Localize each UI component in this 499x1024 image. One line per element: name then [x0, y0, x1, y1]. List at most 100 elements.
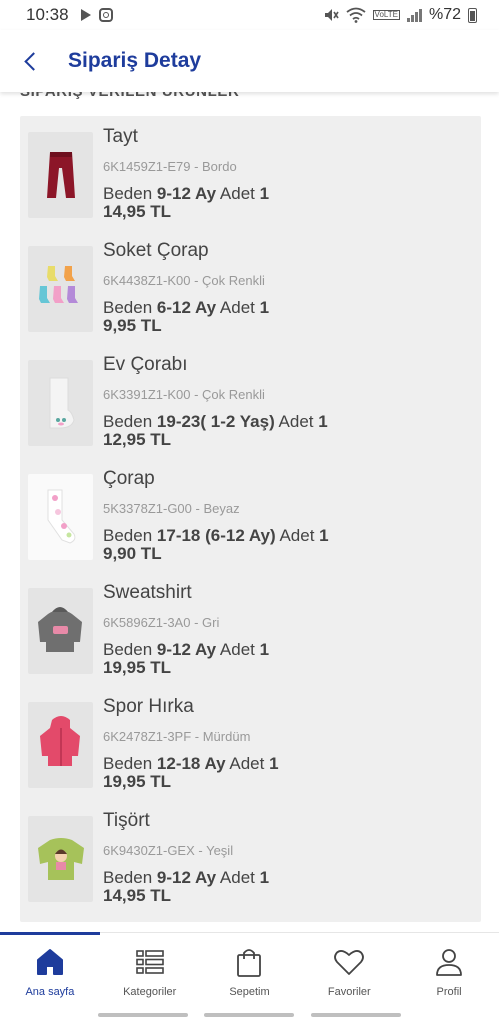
- nav-label: Profil: [436, 986, 462, 998]
- product-size-qty: Beden 19-23( 1-2 Yaş) Adet 1: [103, 412, 473, 432]
- product-name: Çorap: [103, 468, 155, 489]
- product-code: 6K2478Z1-3PF - Mürdüm: [103, 729, 251, 744]
- nav-label: Sepetim: [229, 986, 270, 998]
- nav-label: Favoriler: [327, 986, 371, 998]
- product-name: Ev Çorabı: [103, 354, 188, 375]
- product-code: 5K3378Z1-G00 - Beyaz: [103, 501, 240, 516]
- size-label: Beden: [103, 526, 153, 545]
- nav-item-home[interactable]: Ana sayfa: [0, 932, 100, 1006]
- ordered-products-card: Tayt 6K1459Z1-E79 - Bordo Beden 9-12 Ay …: [20, 116, 481, 922]
- product-name: Tişört: [103, 810, 150, 831]
- qty-value: 1: [259, 868, 270, 887]
- size-value: 6-12 Ay: [156, 298, 217, 317]
- product-item[interactable]: Ev Çorabı 6K3391Z1-K00 - Çok Renkli Bede…: [28, 352, 473, 466]
- gesture-bar: [0, 1006, 499, 1024]
- product-item[interactable]: Spor Hırka 6K2478Z1-3PF - Mürdüm Beden 1…: [28, 694, 473, 808]
- size-label: Beden: [103, 868, 153, 887]
- house-socks-image: [28, 360, 93, 446]
- size-label: Beden: [103, 754, 153, 773]
- nav-item-categories[interactable]: Kategoriler: [100, 933, 200, 1006]
- qty-label: Adet: [229, 754, 265, 773]
- qty-label: Adet: [219, 184, 255, 203]
- nav-label: Kategoriler: [123, 986, 177, 998]
- product-price: 19,95 TL: [103, 658, 172, 677]
- product-price: 14,95 TL: [103, 886, 172, 905]
- product-size-qty: Beden 9-12 Ay Adet 1: [103, 184, 473, 204]
- nav-label: Ana sayfa: [25, 986, 75, 998]
- qty-value: 1: [259, 298, 270, 317]
- product-price: 9,95 TL: [103, 316, 162, 335]
- qty-label: Adet: [219, 640, 255, 659]
- product-item[interactable]: Tayt 6K1459Z1-E79 - Bordo Beden 9-12 Ay …: [28, 124, 473, 238]
- product-price: 14,95 TL: [103, 202, 172, 221]
- size-value: 9-12 Ay: [156, 868, 217, 887]
- chevron-left-icon: [23, 51, 43, 71]
- gesture-back[interactable]: [310, 1013, 401, 1017]
- app-header: Sipariş Detay: [0, 30, 499, 92]
- leggings-image: [28, 132, 93, 218]
- tshirt-image: [28, 816, 93, 902]
- qty-value: 1: [319, 526, 329, 545]
- gesture-home[interactable]: [204, 1013, 295, 1017]
- product-code: 6K4438Z1-K00 - Çok Renkli: [103, 273, 265, 288]
- product-name: Spor Hırka: [103, 696, 194, 717]
- product-item[interactable]: Sweatshirt 6K5896Z1-3A0 - Gri Beden 9-12…: [28, 580, 473, 694]
- status-time: 10:38: [26, 5, 69, 24]
- product-price: 12,95 TL: [103, 430, 172, 449]
- page-title: Sipariş Detay: [68, 49, 202, 72]
- qty-label: Adet: [219, 298, 255, 317]
- sweatshirt-image: [28, 588, 93, 674]
- nav-item-favorites[interactable]: Favoriler: [299, 933, 399, 1006]
- list-icon: [135, 950, 164, 974]
- product-code: 6K3391Z1-K00 - Çok Renkli: [103, 387, 265, 402]
- volte-icon: VoLTE: [372, 10, 400, 20]
- size-value: 12-18 Ay: [156, 754, 226, 773]
- qty-label: Adet: [219, 868, 255, 887]
- battery-icon: [468, 7, 477, 23]
- socks-image: [28, 246, 93, 332]
- product-item[interactable]: Soket Çorap 6K4438Z1-K00 - Çok Renkli Be…: [28, 238, 473, 352]
- heart-icon: [334, 950, 365, 975]
- section-title: SİPARİŞ VERİLEN ÜRÜNLER: [20, 92, 239, 100]
- mute-icon: [324, 9, 339, 21]
- size-label: Beden: [103, 298, 153, 317]
- qty-value: 1: [269, 754, 279, 773]
- signal-icon: [406, 8, 422, 22]
- profile-icon: [436, 949, 462, 976]
- size-label: Beden: [103, 412, 153, 431]
- sock-image: [28, 474, 93, 560]
- product-code: 6K9430Z1-GEX - Yeşil: [103, 843, 234, 858]
- product-size-qty: Beden 17-18 (6-12 Ay) Adet 1: [103, 526, 473, 546]
- home-icon: [36, 949, 63, 975]
- product-size-qty: Beden 12-18 Ay Adet 1: [103, 754, 473, 774]
- product-item[interactable]: Çorap 5K3378Z1-G00 - Beyaz Beden 17-18 (…: [28, 466, 473, 580]
- play-icon: [80, 9, 91, 21]
- hoodie-image: [28, 702, 93, 788]
- qty-label: Adet: [279, 526, 315, 545]
- size-value: 19-23( 1-2 Yaş): [156, 412, 275, 431]
- size-label: Beden: [103, 184, 153, 203]
- wifi-icon: [345, 7, 366, 23]
- battery-percent: %72: [428, 6, 461, 23]
- product-name: Tayt: [103, 126, 138, 147]
- product-size-qty: Beden 6-12 Ay Adet 1: [103, 298, 473, 318]
- gesture-recent[interactable]: [98, 1013, 189, 1017]
- back-button[interactable]: [0, 30, 60, 92]
- product-price: 19,95 TL: [103, 772, 172, 791]
- qty-value: 1: [259, 640, 270, 659]
- nav-item-cart[interactable]: Sepetim: [200, 933, 300, 1006]
- size-value: 17-18 (6-12 Ay): [156, 526, 276, 545]
- product-name: Soket Çorap: [103, 240, 209, 261]
- bottom-navigation: Ana sayfa Kategoriler Sepetim Favoriler …: [0, 932, 499, 1006]
- qty-value: 1: [318, 412, 328, 431]
- qty-label: Adet: [278, 412, 314, 431]
- qty-value: 1: [259, 184, 270, 203]
- nav-item-profile[interactable]: Profil: [399, 933, 499, 1006]
- product-item[interactable]: Tişört 6K9430Z1-GEX - Yeşil Beden 9-12 A…: [28, 808, 473, 922]
- product-size-qty: Beden 9-12 Ay Adet 1: [103, 868, 473, 888]
- status-bar: 10:38 VoLTE %72: [0, 0, 499, 30]
- order-detail-content[interactable]: SİPARİŞ VERİLEN ÜRÜNLER Tayt 6K1459Z1-E7…: [0, 92, 499, 932]
- product-code: 6K1459Z1-E79 - Bordo: [103, 159, 237, 174]
- product-code: 6K5896Z1-3A0 - Gri: [103, 615, 220, 630]
- size-label: Beden: [103, 640, 153, 659]
